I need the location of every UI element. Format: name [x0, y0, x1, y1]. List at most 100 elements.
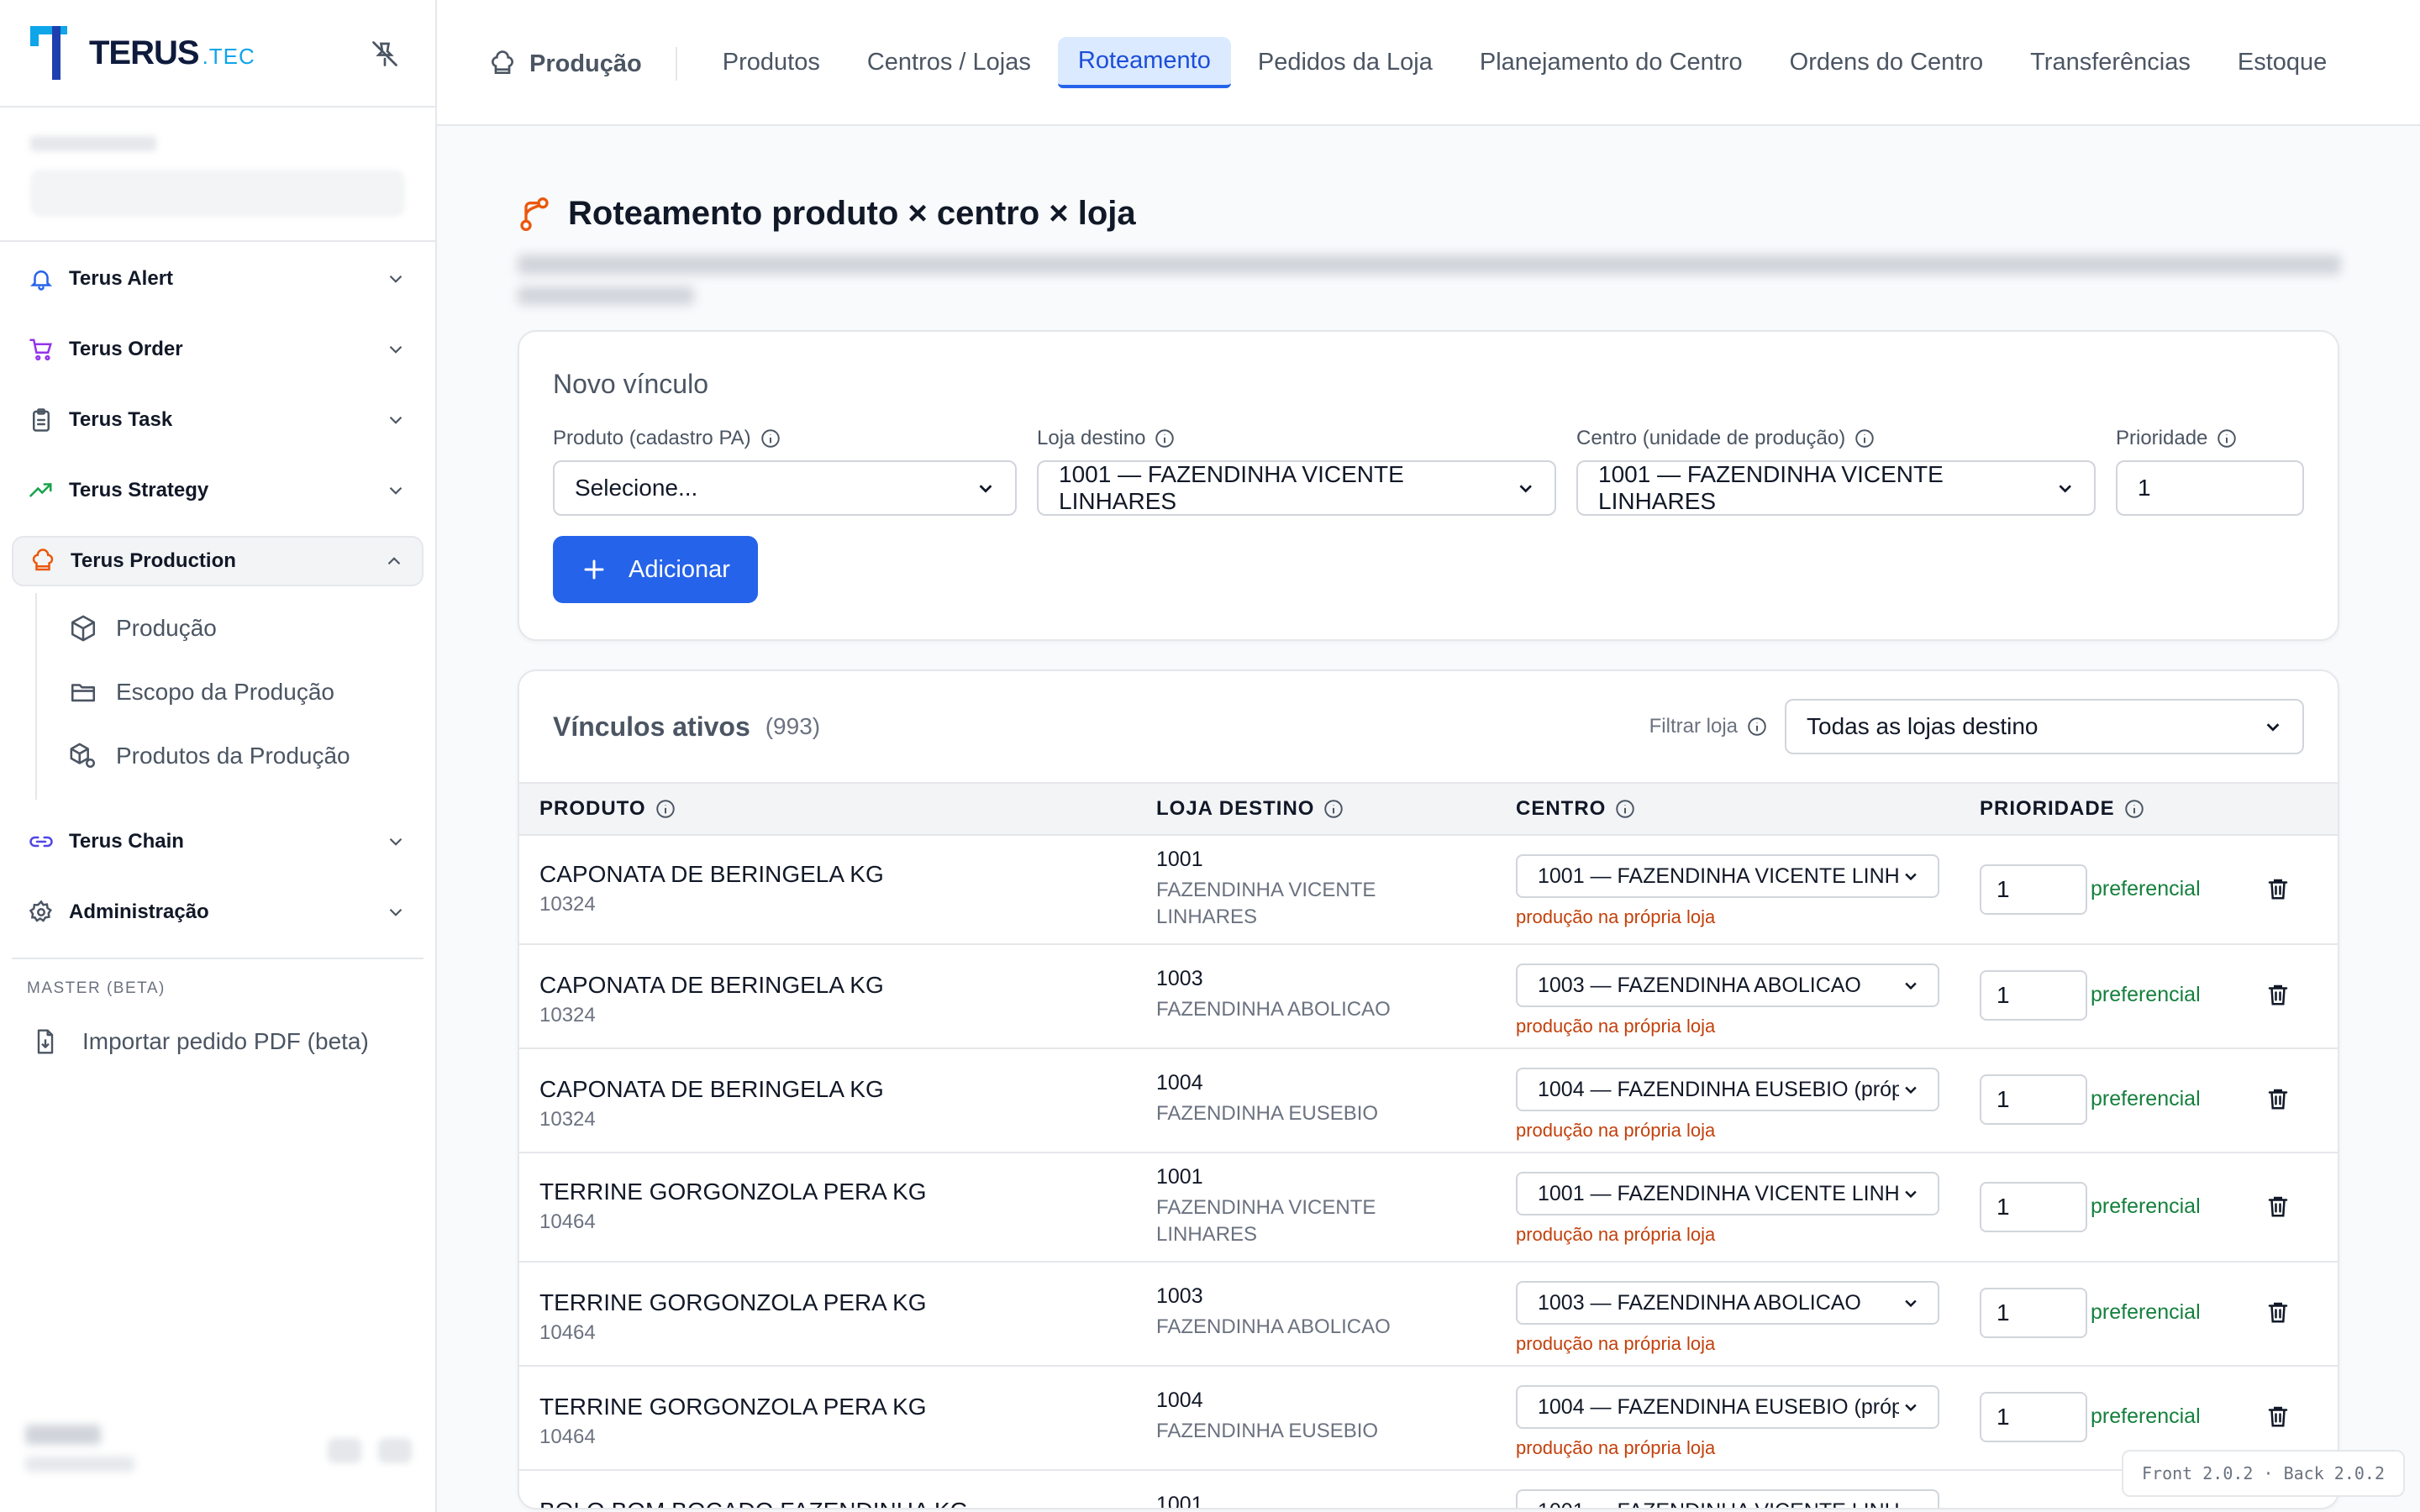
center-select[interactable]: 1004 — FAZENDINHA EUSEBIO (própria) — [1516, 1068, 1939, 1111]
sidebar-item-import-pdf[interactable]: Importar pedido PDF (beta) — [12, 1016, 424, 1067]
chevron-down-icon — [2266, 723, 2280, 732]
column-store[interactable]: LOJA DESTINO — [1156, 797, 1344, 821]
center-select[interactable]: 1001 — FAZENDINHA VICENTE LINHARES — [1576, 460, 2096, 516]
sidebar-item-administracao[interactable]: Administração — [12, 887, 424, 937]
sidebar-item-terus-task[interactable]: Terus Task — [12, 395, 424, 445]
priority-cell: 1 — [1980, 1392, 2087, 1442]
tab-transferencias[interactable]: Transferências — [2010, 39, 2211, 87]
priority-input[interactable]: 1 — [1980, 1074, 2087, 1125]
info-icon[interactable] — [2216, 428, 2238, 449]
sidebar-item-terus-production[interactable]: Terus Production — [12, 536, 424, 586]
unpin-icon[interactable] — [370, 39, 400, 69]
sidebar: TERUS .TEC Terus Alert Terus Order Terus … — [0, 0, 437, 1512]
priority-input[interactable]: 1 — [1980, 864, 2087, 915]
sidebar-item-terus-order[interactable]: Terus Order — [12, 324, 424, 375]
chevron-down-icon — [389, 345, 402, 354]
column-product[interactable]: PRODUTO — [539, 797, 676, 821]
priority-input[interactable]: 1 — [1980, 1288, 2087, 1338]
chevron-down-icon — [2059, 485, 2071, 493]
add-link-label: Adicionar — [629, 555, 730, 583]
store-filter-select[interactable]: Todas as lojas destino — [1785, 699, 2304, 754]
tab-home-producao[interactable]: Produção — [489, 47, 677, 81]
center-note: produção na própria loja — [1516, 906, 1716, 927]
info-icon[interactable] — [1854, 428, 1876, 449]
store-filter: Filtrar loja Todas as lojas destino — [1649, 699, 2304, 754]
tab-centros-lojas[interactable]: Centros / Lojas — [847, 39, 1051, 87]
info-icon[interactable] — [2123, 798, 2145, 820]
trash-icon[interactable] — [2265, 1086, 2291, 1111]
sidebar-subitem-label: Produtos da Produção — [116, 743, 350, 769]
trash-icon[interactable] — [2265, 1299, 2291, 1325]
user-profile-blurred[interactable] — [25, 1425, 412, 1483]
center-select[interactable]: 1001 — FAZENDINHA VICENTE LINHARES — [1516, 1489, 1939, 1508]
tab-pedidos-loja[interactable]: Pedidos da Loja — [1238, 39, 1453, 87]
priority-input[interactable]: 1 — [1980, 1182, 2087, 1232]
product-name: CAPONATA DE BERINGELA KG — [539, 861, 884, 887]
sidebar-subitem-produtos-producao[interactable]: Produtos da Produção — [69, 724, 424, 788]
sidebar-item-label: Administração — [69, 900, 209, 923]
sidebar-item-terus-chain[interactable]: Terus Chain — [12, 816, 424, 867]
tab-roteamento[interactable]: Roteamento — [1057, 36, 1231, 88]
table-row: CAPONATA DE BERINGELA KG 10324 1004 FAZENDI… — [519, 1049, 2338, 1153]
sidebar-item-label: Terus Strategy — [69, 479, 209, 501]
priority-status: preferencial — [2091, 1087, 2201, 1110]
sidebar-subitem-producao[interactable]: Produção — [69, 596, 424, 660]
workspace-selector-blurred[interactable] — [0, 108, 435, 242]
center-select[interactable]: 1001 — FAZENDINHA VICENTE LINHARES — [1516, 1172, 1939, 1215]
trash-icon[interactable] — [2265, 982, 2291, 1007]
product-code: 10324 — [539, 1004, 596, 1026]
sidebar-item-terus-strategy[interactable]: Terus Strategy — [12, 465, 424, 516]
plus-icon — [584, 559, 604, 580]
store-code: 1001 — [1156, 848, 1203, 871]
product-cell: TERRINE GORGONZOLA PERA KG 10464 — [539, 1394, 927, 1449]
info-icon[interactable] — [655, 798, 676, 820]
center-note: produção na própria loja — [1516, 1120, 1716, 1141]
priority-input[interactable]: 1 — [1980, 1392, 2087, 1442]
product-select[interactable]: Selecione... — [553, 460, 1017, 516]
store-cell: 1001 FAZENDINHA VICENTE LINHARES — [1156, 848, 1434, 931]
trash-icon[interactable] — [2265, 876, 2291, 901]
active-links-title: Vínculos ativos — [553, 711, 750, 742]
sidebar-item-terus-alert[interactable]: Terus Alert — [12, 254, 424, 304]
tab-ordens-centro[interactable]: Ordens do Centro — [1770, 39, 2004, 87]
priority-input[interactable]: 1 — [1980, 970, 2087, 1021]
tab-estoque[interactable]: Estoque — [2217, 39, 2347, 87]
trash-icon[interactable] — [2265, 1194, 2291, 1219]
center-select[interactable]: 1003 — FAZENDINHA ABOLICAO — [1516, 963, 1939, 1007]
info-icon[interactable] — [1746, 716, 1768, 738]
add-link-button[interactable]: Adicionar — [553, 536, 758, 603]
delete-cell — [2265, 1404, 2291, 1429]
store-cell: 1004 FAZENDINHA EUSEBIO — [1156, 1389, 1434, 1445]
priority-input[interactable]: 1 — [2116, 460, 2304, 516]
new-link-card: Novo vínculo Produto (cadastro PA) Selec… — [518, 330, 2339, 641]
center-select[interactable]: 1001 — FAZENDINHA VICENTE LINHARES — [1516, 854, 1939, 898]
column-priority[interactable]: PRIORIDADE — [1980, 797, 2145, 821]
center-select[interactable]: 1003 — FAZENDINHA ABOLICAO — [1516, 1281, 1939, 1325]
tab-planejamento-centro[interactable]: Planejamento do Centro — [1460, 39, 1763, 87]
product-cell: CAPONATA DE BERINGELA KG 10324 — [539, 1076, 884, 1131]
store-select[interactable]: 1001 — FAZENDINHA VICENTE LINHARES — [1037, 460, 1556, 516]
product-cell: BOLO BOM BOCADO FAZENDINHA KG — [539, 1498, 968, 1508]
table-row: CAPONATA DE BERINGELA KG 10324 1003 FAZENDI… — [519, 945, 2338, 1049]
delete-cell — [2265, 1086, 2291, 1111]
sidebar-subitem-label: Escopo da Produção — [116, 679, 334, 705]
active-links-count: (993) — [765, 713, 821, 739]
product-field: Produto (cadastro PA) Selecione... — [553, 427, 1017, 516]
sidebar-subitem-escopo[interactable]: Escopo da Produção — [69, 660, 424, 724]
info-icon[interactable] — [1323, 798, 1344, 820]
store-code: 1004 — [1156, 1071, 1203, 1095]
store-name: FAZENDINHA ABOLICAO — [1156, 998, 1391, 1021]
chevron-down-icon — [389, 275, 402, 283]
tab-produtos[interactable]: Produtos — [702, 39, 840, 87]
column-center[interactable]: CENTRO — [1516, 797, 1636, 821]
info-icon[interactable] — [1154, 428, 1176, 449]
gear-icon — [29, 900, 52, 922]
info-icon[interactable] — [1614, 798, 1636, 820]
center-select[interactable]: 1004 — FAZENDINHA EUSEBIO (própria) — [1516, 1385, 1939, 1429]
trending-up-icon — [29, 483, 52, 497]
trash-icon[interactable] — [2265, 1404, 2291, 1429]
sidebar-item-label: Terus Chain — [69, 830, 184, 853]
product-code: 10324 — [539, 1108, 596, 1131]
table-row: BOLO BOM BOCADO FAZENDINHA KG 1001 1001 — … — [519, 1471, 2338, 1508]
info-icon[interactable] — [760, 428, 781, 449]
